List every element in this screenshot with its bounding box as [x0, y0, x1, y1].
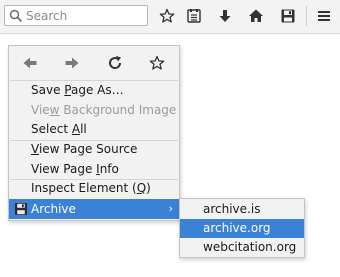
menu-item-view-page-source[interactable]: View Page Source [9, 139, 179, 159]
submenu-item-archive-is[interactable]: archive.is [180, 200, 304, 219]
label-part: ) [146, 181, 151, 195]
menu-item-view-background-image: View Background Image [9, 100, 179, 120]
access-key: P [64, 83, 71, 97]
back-arrow-icon [23, 57, 37, 69]
reading-list-icon [187, 9, 201, 23]
search-input[interactable]: Search [4, 5, 148, 26]
home-icon [249, 9, 263, 22]
bookmark-star-button[interactable] [157, 6, 177, 26]
bookmark-star-icon [159, 8, 175, 23]
label-part: iew Page Source [38, 142, 138, 156]
label-part: Vie [31, 103, 50, 117]
submenu-arrow-icon: › [168, 202, 173, 215]
floppy-disk-icon [15, 203, 27, 215]
label-part: age As… [70, 83, 124, 97]
access-key: V [31, 142, 39, 156]
menu-item-archive[interactable]: Archive › [9, 199, 179, 219]
toolbar-separator [306, 6, 307, 26]
menu-item-archive-label: Archive [31, 202, 76, 216]
reading-list-button[interactable] [184, 6, 204, 26]
search-icon [9, 9, 23, 23]
context-menu: Save Page As… View Background Image Sele… [8, 45, 180, 221]
forward-arrow-icon [65, 57, 79, 69]
label-part: nfo [99, 162, 119, 176]
reload-icon [109, 56, 122, 69]
menu-item-inspect-element[interactable]: Inspect Element (Q) [9, 178, 179, 198]
menu-item-save-page-as[interactable]: Save Page As… [9, 80, 179, 100]
download-button[interactable] [215, 6, 235, 26]
search-placeholder: Search [26, 9, 68, 23]
submenu-item-webcitation-org[interactable]: webcitation.org [180, 238, 304, 257]
access-key: w [49, 103, 60, 117]
bookmark-page-button[interactable] [148, 54, 166, 72]
back-button[interactable] [21, 54, 39, 72]
bookmark-star-icon [149, 55, 165, 70]
menu-item-view-page-info[interactable]: View Page Info [9, 159, 179, 179]
reload-button[interactable] [106, 54, 124, 72]
access-key: A [71, 122, 81, 136]
save-button[interactable] [278, 6, 298, 26]
label-part: Select [31, 122, 72, 136]
save-icon [281, 9, 295, 23]
access-key: Q [136, 181, 147, 195]
forward-button[interactable] [63, 54, 81, 72]
download-icon [219, 10, 231, 22]
home-button[interactable] [246, 6, 266, 26]
label-part: Inspect Element ( [31, 181, 137, 195]
submenu-item-archive-org[interactable]: archive.org [180, 219, 304, 238]
browser-toolbar: Search [0, 0, 340, 34]
archive-submenu: archive.is archive.org webcitation.org [179, 198, 305, 258]
label-part: Background Image [59, 103, 177, 117]
main-menu-button[interactable] [314, 6, 334, 26]
label-part: Save [31, 83, 65, 97]
label-part: View Page [31, 162, 97, 176]
menu-item-select-all[interactable]: Select All [9, 119, 179, 139]
label-part: ll [80, 122, 87, 136]
hamburger-menu-icon [318, 11, 330, 21]
context-menu-nav-row [9, 46, 179, 80]
